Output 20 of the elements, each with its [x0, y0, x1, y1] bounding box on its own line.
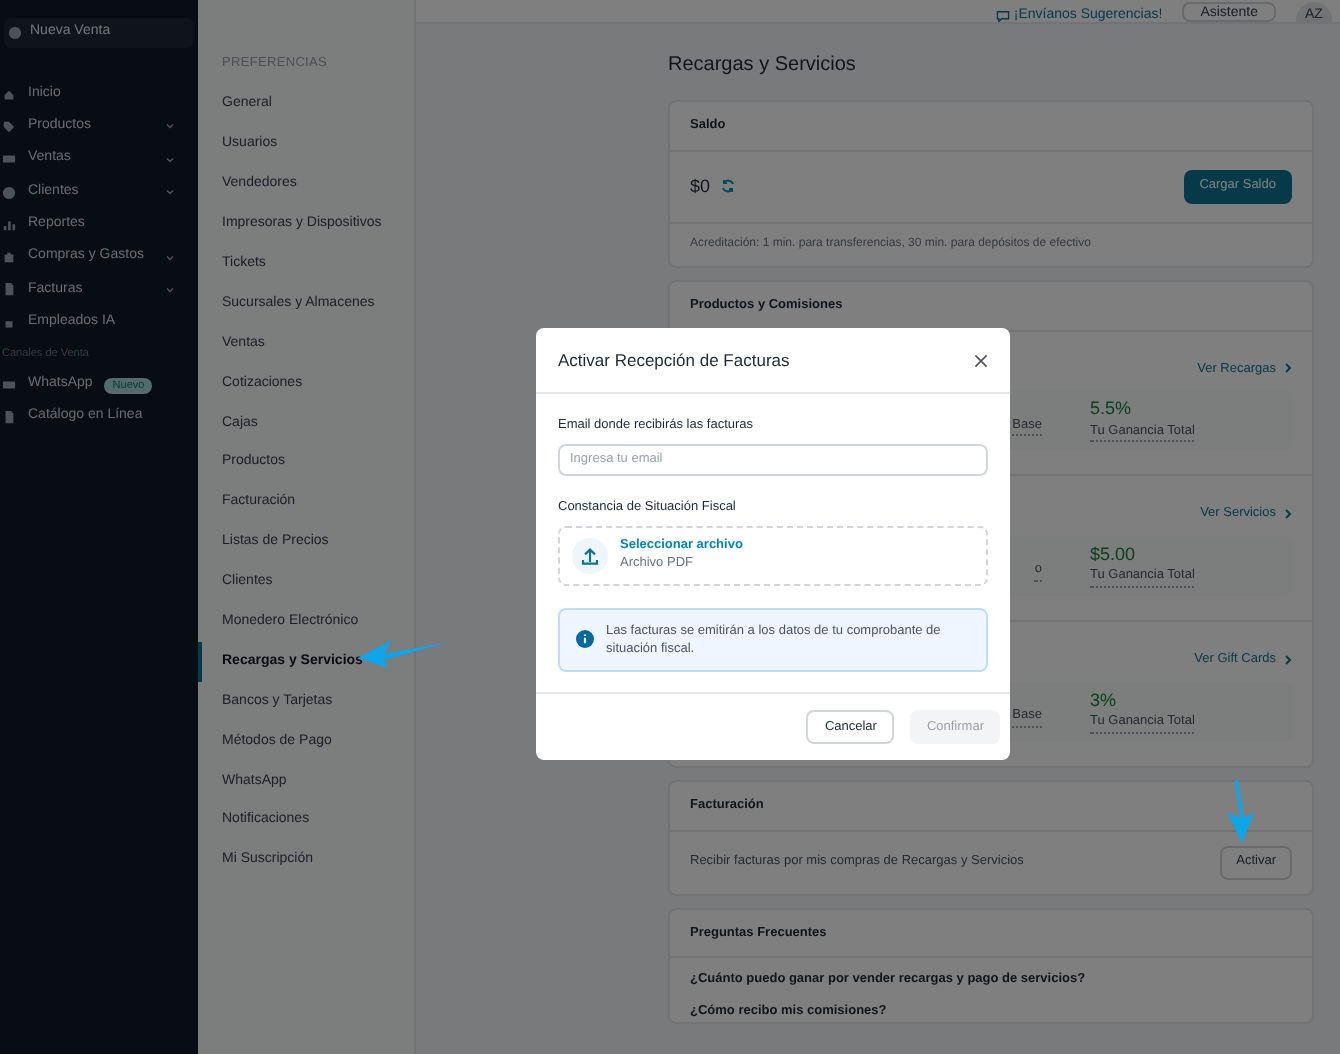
chat-bubble-icon — [995, 9, 1010, 21]
info-icon — [576, 630, 594, 649]
chart-icon — [2, 217, 16, 232]
commission-value: $5.00 — [1090, 544, 1138, 567]
chevron-right-icon — [1284, 653, 1292, 666]
chevron-right-icon — [1284, 362, 1292, 375]
dialog-title: Activar Recepción de Facturas — [558, 347, 790, 373]
chevron-right-icon — [1284, 508, 1292, 521]
tag-icon — [2, 119, 16, 134]
close-icon[interactable] — [974, 353, 988, 367]
upload-icon — [572, 537, 608, 573]
document-icon — [2, 282, 16, 297]
bag-icon — [2, 250, 16, 265]
home-icon — [2, 87, 16, 102]
balance-amount: $0 — [690, 173, 711, 199]
catalog-icon — [2, 410, 16, 425]
commission-value: 5.5% — [1090, 398, 1134, 421]
refresh-icon[interactable] — [720, 178, 737, 195]
commission-value: 3% — [1090, 689, 1119, 712]
page-title: Recargas y Servicios — [668, 52, 858, 80]
